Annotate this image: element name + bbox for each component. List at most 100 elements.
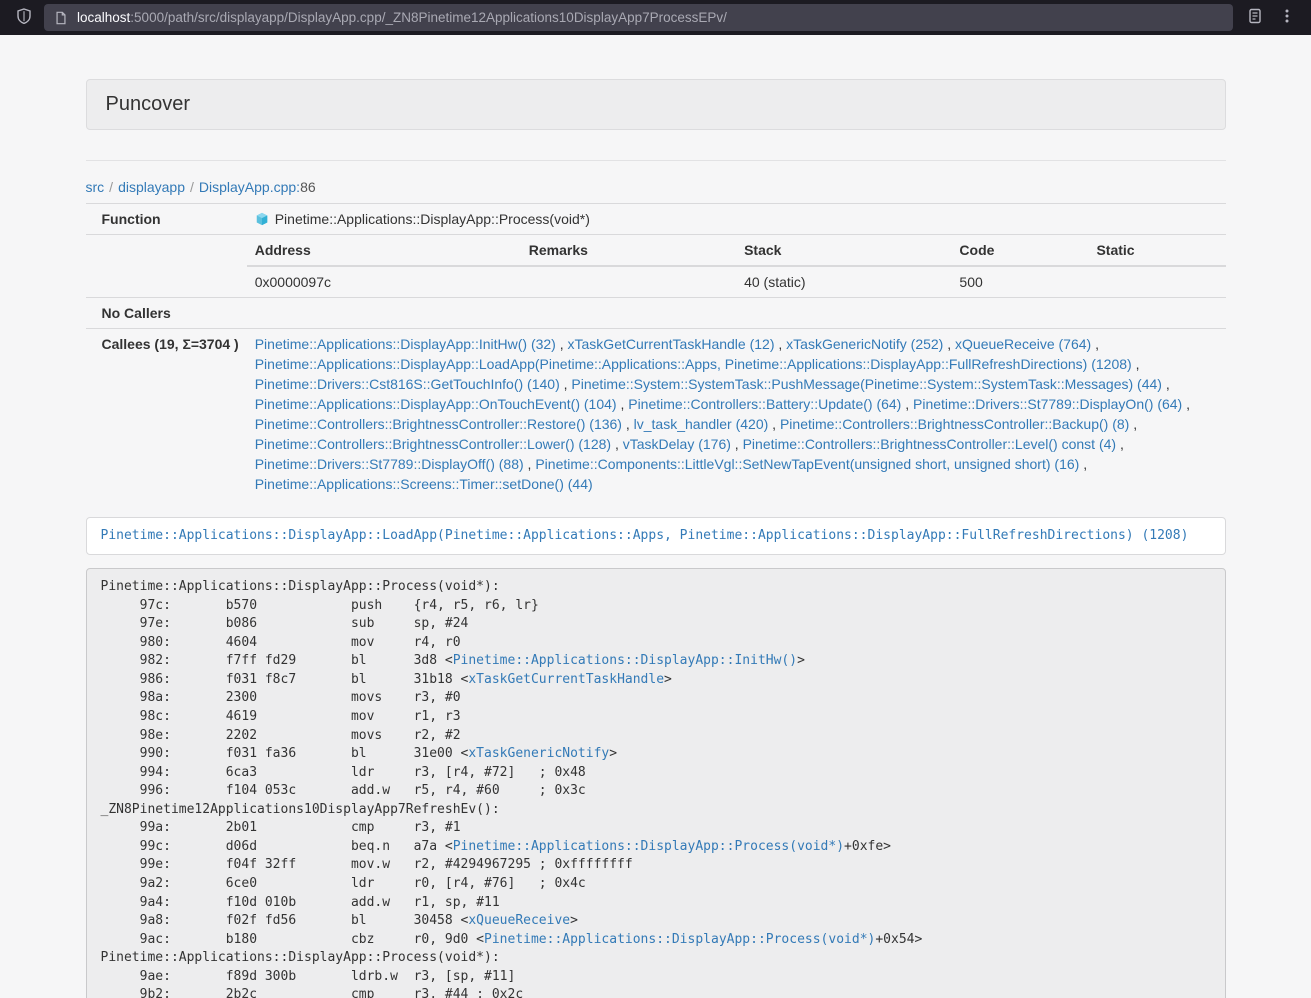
breadcrumb-link[interactable]: src	[86, 179, 105, 195]
callee-separator: ,	[560, 376, 572, 392]
callees-row: Callees (19, Σ=3704 ) Pinetime::Applicat…	[86, 329, 1226, 500]
shield-button[interactable]	[8, 4, 40, 32]
code-symbol-link[interactable]: Pinetime::Applications::DisplayApp::Proc…	[453, 839, 844, 854]
code-symbol-link[interactable]: xTaskGetCurrentTaskHandle	[468, 672, 664, 687]
callee-separator: ,	[1162, 376, 1170, 392]
callee-separator: ,	[943, 336, 955, 352]
breadcrumb-separator: /	[104, 179, 118, 195]
breadcrumb-link[interactable]: displayapp	[118, 179, 185, 195]
callee-link[interactable]: Pinetime::Applications::DisplayApp::OnTo…	[255, 396, 617, 412]
function-details-table: Address Remarks Stack Code Static 0x0000…	[247, 235, 1226, 297]
code-size-value: 500	[951, 266, 1088, 297]
code-line: Pinetime::Applications::DisplayApp::Proc…	[101, 578, 1211, 597]
code-symbol-link[interactable]: xTaskGenericNotify	[468, 746, 609, 761]
code-symbol-link[interactable]: xQueueReceive	[468, 913, 570, 928]
stack-value: 40 (static)	[736, 266, 951, 297]
callee-link[interactable]: Pinetime::Components::LittleVgl::SetNewT…	[535, 456, 1079, 472]
callee-link[interactable]: vTaskDelay (176)	[623, 436, 731, 452]
callee-separator: ,	[1079, 456, 1087, 472]
callee-link[interactable]: Pinetime::Controllers::BrightnessControl…	[255, 436, 611, 452]
code-line: 980: 4604 mov r4, r0	[101, 634, 1211, 653]
url-path: :5000/path/src/displayapp/DisplayApp.cpp…	[130, 10, 727, 25]
col-stack: Stack	[736, 235, 951, 266]
callee-separator: ,	[622, 416, 634, 432]
reader-view-button[interactable]	[1239, 4, 1271, 32]
function-name: Pinetime::Applications::DisplayApp::Proc…	[275, 211, 590, 227]
code-line: Pinetime::Applications::DisplayApp::Proc…	[101, 949, 1211, 968]
col-address: Address	[247, 235, 521, 266]
callee-link[interactable]: Pinetime::System::SystemTask::PushMessag…	[571, 376, 1162, 392]
code-line: 9a8: f02f fd56 bl 30458 <xQueueReceive>	[101, 912, 1211, 931]
callee-link[interactable]: xTaskGenericNotify (252)	[786, 336, 943, 352]
col-code: Code	[951, 235, 1088, 266]
details-row: Address Remarks Stack Code Static 0x0000…	[86, 235, 1226, 298]
function-name-cell: Pinetime::Applications::DisplayApp::Proc…	[247, 204, 1226, 235]
details-values-row: 0x0000097c 40 (static) 500	[247, 266, 1226, 297]
callees-label: Callees (19, Σ=3704 )	[86, 329, 247, 500]
shield-icon	[16, 8, 32, 27]
code-line: 9a4: f10d 010b add.w r1, sp, #11	[101, 894, 1211, 913]
callee-link[interactable]: Pinetime::Controllers::Battery::Update()…	[628, 396, 901, 412]
code-line: 982: f7ff fd29 bl 3d8 <Pinetime::Applica…	[101, 652, 1211, 671]
code-line: 9ae: f89d 300b ldrb.w r3, [sp, #11]	[101, 968, 1211, 987]
code-line: 996: f104 053c add.w r5, r4, #60 ; 0x3c	[101, 782, 1211, 801]
callee-link[interactable]: Pinetime::Drivers::St7789::DisplayOff() …	[255, 456, 524, 472]
code-line: 99e: f04f 32ff mov.w r2, #4294967295 ; 0…	[101, 856, 1211, 875]
details-row-spacer	[86, 235, 247, 298]
function-row: Function Pinetime::Applications::Display…	[86, 204, 1226, 235]
content-container: Puncover src/displayapp/DisplayApp.cpp:8…	[86, 79, 1226, 998]
browser-menu-button[interactable]	[1271, 4, 1303, 32]
no-callers-cell	[247, 298, 1226, 329]
code-line: 9a2: 6ce0 ldr r0, [r4, #76] ; 0x4c	[101, 875, 1211, 894]
callee-link[interactable]: Pinetime::Controllers::BrightnessControl…	[780, 416, 1129, 432]
callee-separator: ,	[768, 416, 780, 432]
function-symbol-icon	[255, 211, 269, 225]
callee-separator: ,	[775, 336, 787, 352]
code-line: 9ac: b180 cbz r0, 9d0 <Pinetime::Applica…	[101, 931, 1211, 950]
callee-separator: ,	[1129, 416, 1137, 432]
callee-link[interactable]: Pinetime::Applications::Screens::Timer::…	[255, 476, 593, 492]
browser-toolbar: localhost:5000/path/src/displayapp/Displ…	[0, 0, 1311, 35]
callee-link[interactable]: Pinetime::Applications::DisplayApp::Init…	[255, 336, 556, 352]
url-bar[interactable]: localhost:5000/path/src/displayapp/Displ…	[44, 4, 1233, 31]
callee-link[interactable]: Pinetime::Controllers::BrightnessControl…	[743, 436, 1116, 452]
code-line: 98e: 2202 movs r2, #2	[101, 727, 1211, 746]
callee-separator: ,	[901, 396, 913, 412]
callee-link[interactable]: Pinetime::Controllers::BrightnessControl…	[255, 416, 622, 432]
page-body: Puncover src/displayapp/DisplayApp.cpp:8…	[0, 35, 1311, 998]
callee-separator: ,	[1182, 396, 1190, 412]
code-line: 99c: d06d beq.n a7a <Pinetime::Applicati…	[101, 838, 1211, 857]
breadcrumb-link[interactable]: DisplayApp.cpp:	[199, 179, 300, 195]
code-line: 97e: b086 sub sp, #24	[101, 615, 1211, 634]
code-line: 9b2: 2b2c cmp r3, #44 ; 0x2c	[101, 986, 1211, 998]
callee-separator: ,	[1091, 336, 1099, 352]
callee-link[interactable]: xQueueReceive (764)	[955, 336, 1091, 352]
highlighted-callee-link[interactable]: Pinetime::Applications::DisplayApp::Load…	[101, 528, 1189, 543]
callee-separator: ,	[1132, 356, 1140, 372]
callee-link[interactable]: xTaskGetCurrentTaskHandle (12)	[568, 336, 775, 352]
callee-separator: ,	[524, 456, 536, 472]
breadcrumb-current: 86	[300, 179, 316, 195]
symbol-table: Function Pinetime::Applications::Display…	[86, 203, 1226, 499]
callee-link[interactable]: Pinetime::Drivers::St7789::DisplayOn() (…	[913, 396, 1182, 412]
page-info-icon[interactable]	[54, 11, 68, 25]
kebab-menu-icon	[1279, 8, 1295, 27]
highlighted-callee: Pinetime::Applications::DisplayApp::Load…	[86, 517, 1226, 555]
code-symbol-link[interactable]: Pinetime::Applications::DisplayApp::Init…	[453, 653, 797, 668]
breadcrumb: src/displayapp/DisplayApp.cpp:86	[86, 179, 1226, 195]
disassembly: Pinetime::Applications::DisplayApp::Proc…	[86, 568, 1226, 998]
code-symbol-link[interactable]: Pinetime::Applications::DisplayApp::Proc…	[484, 932, 875, 947]
callee-link[interactable]: lv_task_handler (420)	[634, 416, 769, 432]
divider	[86, 160, 1226, 161]
callee-link[interactable]: Pinetime::Applications::DisplayApp::Load…	[255, 356, 1132, 372]
code-line: 99a: 2b01 cmp r3, #1	[101, 819, 1211, 838]
callee-separator: ,	[1116, 436, 1124, 452]
function-details-cell: Address Remarks Stack Code Static 0x0000…	[247, 235, 1226, 298]
url-text: localhost:5000/path/src/displayapp/Displ…	[77, 10, 727, 25]
address-value: 0x0000097c	[247, 266, 521, 297]
reader-view-icon	[1247, 8, 1263, 27]
no-callers-row: No Callers	[86, 298, 1226, 329]
no-callers-label: No Callers	[86, 298, 247, 329]
callee-link[interactable]: Pinetime::Drivers::Cst816S::GetTouchInfo…	[255, 376, 560, 392]
code-line: 990: f031 fa36 bl 31e00 <xTaskGenericNot…	[101, 745, 1211, 764]
